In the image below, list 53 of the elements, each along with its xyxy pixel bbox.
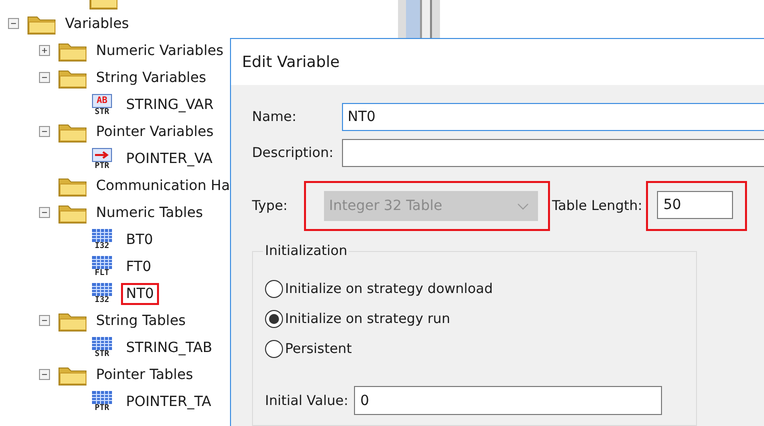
grid-icon [92, 256, 112, 269]
tree-item[interactable]: Numeric Tables [91, 202, 208, 224]
name-field[interactable]: NT0 [342, 103, 764, 131]
grid-icon [92, 391, 112, 404]
string-icon: AB [92, 94, 112, 108]
tree-item[interactable]: Variables [60, 12, 134, 34]
tree-item[interactable]: Pointer Variables [91, 120, 219, 142]
tree-item[interactable]: String Variables [91, 66, 212, 88]
collapse-icon[interactable] [39, 126, 50, 137]
scrollbar-drawing [398, 0, 440, 38]
type-label: STR [94, 108, 110, 116]
field-label: Name: [252, 109, 298, 125]
grid-icon [92, 283, 112, 296]
field-label: Type: [252, 198, 289, 214]
radio-button[interactable] [265, 340, 283, 358]
type-label: I32 [94, 242, 110, 250]
option-label[interactable]: Initialize on strategy download [285, 281, 493, 297]
option-label[interactable]: Persistent [285, 341, 352, 357]
collapse-icon[interactable] [8, 18, 19, 29]
chevron-icon [517, 202, 529, 210]
tree-item[interactable]: STRING_TAB [121, 336, 218, 358]
collapse-icon[interactable] [39, 207, 50, 218]
initial-value-field[interactable]: 0 [354, 386, 662, 415]
collapse-icon[interactable] [39, 72, 50, 83]
type-label: PTR [94, 162, 110, 170]
table-length-field[interactable]: 50 [657, 191, 734, 219]
arrow-icon [92, 148, 112, 162]
tree-item[interactable]: POINTER_TA [121, 390, 216, 412]
radio-button[interactable] [265, 310, 283, 328]
type-label: I32 [94, 296, 110, 304]
option-label[interactable]: Initialize on strategy run [285, 311, 450, 327]
tree-item[interactable]: FT0 [121, 256, 156, 278]
description-field[interactable] [342, 139, 764, 167]
type-label: STR [94, 350, 110, 358]
expand-icon[interactable] [39, 45, 50, 56]
tree-item[interactable]: Numeric Variables [91, 40, 228, 62]
tree-item[interactable]: String Tables [91, 310, 191, 332]
grid-icon [92, 337, 112, 350]
collapse-icon[interactable] [39, 315, 50, 326]
grid-icon [92, 229, 112, 242]
dialog-title: Edit Variable [231, 39, 764, 85]
tree-item[interactable]: BT0 [121, 228, 158, 250]
tree-item[interactable]: STRING_VAR [121, 94, 219, 116]
type-label: FLT [94, 269, 110, 277]
tree-item[interactable]: POINTER_VA [121, 148, 218, 170]
tree-item[interactable]: Pointer Tables [91, 364, 198, 386]
field-label: Description: [252, 145, 334, 161]
field-label: Table Length: [552, 198, 642, 214]
radio-button[interactable] [265, 280, 283, 298]
type-label: PTR [94, 404, 110, 412]
collapse-icon[interactable] [39, 369, 50, 380]
field-label: Initial Value: [265, 392, 348, 408]
tree-item[interactable]: NT0 [121, 282, 159, 304]
